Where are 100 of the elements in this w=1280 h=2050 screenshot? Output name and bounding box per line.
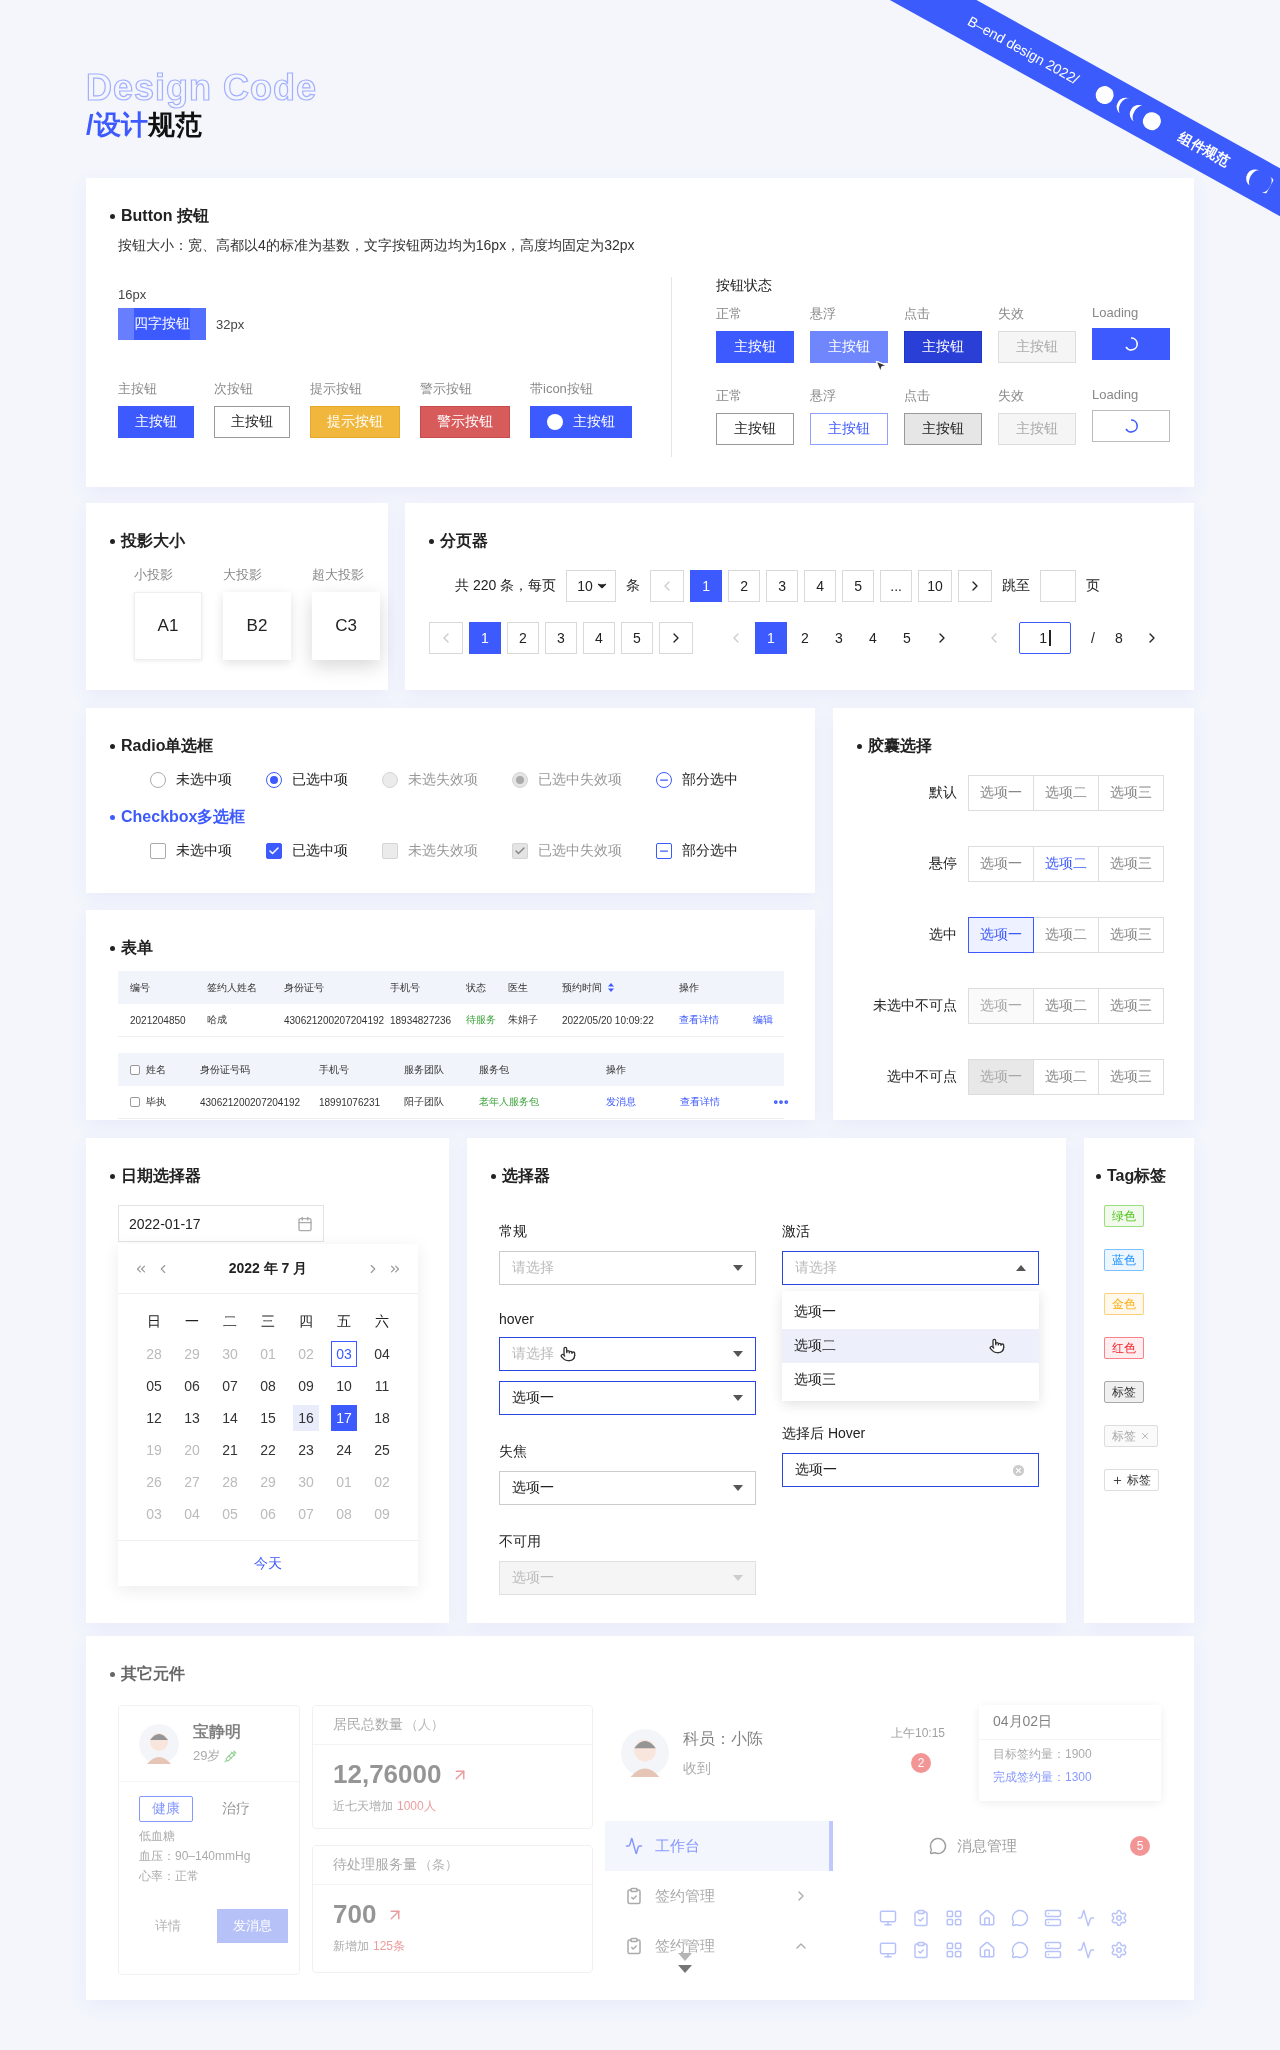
calendar-day[interactable]: 25 — [369, 1437, 395, 1463]
page-item[interactable]: ... — [880, 570, 913, 602]
capsule-row-label: 未选中不可点 — [873, 997, 957, 1015]
date-field[interactable]: 2022-01-17 — [118, 1205, 324, 1242]
column-header: 手机号 — [319, 1062, 350, 1077]
calendar-day[interactable]: 21 — [217, 1437, 243, 1463]
sender-name: 科员：小陈 — [683, 1728, 763, 1749]
capsule-option[interactable]: 选项三 — [1098, 846, 1164, 882]
state-button[interactable]: 主按钮 — [810, 413, 888, 445]
weekday-label: 日 — [147, 1313, 161, 1331]
page-item[interactable]: 1 — [755, 622, 787, 654]
capsule-option[interactable]: 选项一 — [968, 775, 1034, 811]
calendar-day[interactable]: 22 — [255, 1437, 281, 1463]
tag[interactable]: 标签 — [1104, 1469, 1159, 1491]
capsule-option[interactable]: 选项一 — [968, 846, 1034, 882]
tag: 金色 — [1104, 1293, 1144, 1315]
calendar-day[interactable]: 17 — [331, 1405, 357, 1431]
capsule-option[interactable]: 选项三 — [1098, 988, 1164, 1024]
capsule-option[interactable]: 选项二 — [1033, 846, 1099, 882]
capsule-option[interactable]: 选项三 — [1098, 917, 1164, 953]
column-header: 服务团队 — [404, 1062, 445, 1077]
page-item[interactable]: 10 — [918, 570, 952, 602]
today-link[interactable]: 今天 — [254, 1554, 282, 1573]
page-item[interactable]: 5 — [842, 570, 875, 602]
patient-tab[interactable]: 治疗 — [209, 1796, 263, 1822]
capsule-row-label: 选中 — [929, 926, 957, 944]
capsule-option[interactable]: 选项三 — [1098, 775, 1164, 811]
calendar-day[interactable]: 03 — [331, 1341, 357, 1367]
calendar-day[interactable]: 07 — [217, 1373, 243, 1399]
calendar-day[interactable]: 10 — [331, 1373, 357, 1399]
state-button[interactable]: 主按钮 — [904, 413, 982, 445]
page-size-select[interactable]: 10 — [566, 570, 617, 602]
table-link[interactable]: 编辑 — [753, 1013, 773, 1027]
capsule-option[interactable]: 选项二 — [1033, 988, 1099, 1024]
state-button[interactable]: 主按钮 — [810, 331, 888, 363]
calendar-day[interactable]: 06 — [179, 1373, 205, 1399]
demo-button[interactable]: 四字按钮 — [118, 308, 206, 340]
select-field[interactable]: 选项一 — [499, 1381, 756, 1415]
capsule-option[interactable]: 选项二 — [1033, 917, 1099, 953]
page-item[interactable]: 3 — [545, 622, 577, 654]
page-item[interactable]: 1 — [690, 570, 723, 602]
calendar-day[interactable]: 24 — [331, 1437, 357, 1463]
health-info-text: 心率：正常 — [139, 1868, 200, 1885]
page-input-field[interactable]: 1 — [1019, 622, 1071, 654]
page-item[interactable]: 4 — [804, 570, 837, 602]
table-link[interactable]: 查看详情 — [679, 1013, 719, 1027]
option-label: 部分选中 — [682, 842, 738, 860]
calendar-day[interactable]: 16 — [293, 1405, 319, 1431]
stat-title: 待处理服务量 — [333, 1856, 417, 1874]
page-item[interactable]: 3 — [766, 570, 799, 602]
state-button[interactable]: 主按钮 — [716, 413, 794, 445]
subsection-title: 按钮状态 — [716, 277, 773, 295]
page-item[interactable]: 5 — [621, 622, 653, 654]
select-field[interactable]: 选项一 — [782, 1453, 1039, 1487]
capsule-option[interactable]: 选项二 — [1033, 1059, 1099, 1095]
pager-total-text: 共 220 条，每页 — [455, 577, 557, 595]
page-item[interactable]: 1 — [469, 622, 501, 654]
column-header: 编号 — [130, 980, 151, 995]
capsule-option[interactable]: 选项一 — [968, 917, 1034, 953]
capsule-row-label: 默认 — [929, 784, 957, 802]
calendar-day[interactable]: 12 — [141, 1405, 167, 1431]
calendar-day[interactable]: 09 — [293, 1373, 319, 1399]
table-link[interactable]: 查看详情 — [680, 1095, 720, 1109]
calendar-day[interactable]: 08 — [255, 1373, 281, 1399]
menu-item[interactable]: 消息管理 5 — [849, 1821, 1170, 1871]
state-button[interactable]: 主按钮 — [716, 331, 794, 363]
calendar-day[interactable]: 14 — [217, 1405, 243, 1431]
calendar-day[interactable]: 18 — [369, 1405, 395, 1431]
column-header: 医生 — [508, 980, 529, 995]
calendar-day[interactable]: 13 — [179, 1405, 205, 1431]
dropdown-option[interactable]: 选项一 — [782, 1295, 1039, 1329]
page-item[interactable]: 2 — [507, 622, 539, 654]
sample-button[interactable]: 警示按钮 — [420, 406, 510, 438]
patient-tab[interactable]: 健康 — [139, 1796, 193, 1822]
state-button[interactable]: 主按钮 — [904, 331, 982, 363]
calendar-day[interactable]: 11 — [369, 1373, 395, 1399]
dropdown-option[interactable]: 选项二 — [782, 1329, 1039, 1363]
page-item[interactable]: 2 — [728, 570, 761, 602]
shadow-label: 小投影 — [134, 566, 173, 584]
calendar-day[interactable]: 23 — [293, 1437, 319, 1463]
select-field[interactable]: 选项一 — [499, 1471, 756, 1505]
sample-button[interactable]: 主按钮 — [118, 406, 194, 438]
stat-highlight: 125条 — [373, 1938, 406, 1955]
sample-button[interactable]: 主按钮 — [530, 406, 632, 438]
page-item[interactable]: 4 — [583, 622, 615, 654]
table-link[interactable]: 发消息 — [606, 1095, 636, 1109]
calendar-day[interactable]: 05 — [141, 1373, 167, 1399]
state-label: 悬浮 — [810, 387, 836, 405]
shadow-label: 超大投影 — [312, 566, 364, 584]
stat-value: 12,76000 — [333, 1759, 442, 1790]
sample-button[interactable]: 主按钮 — [214, 406, 290, 438]
capsule-option[interactable]: 选项二 — [1033, 775, 1099, 811]
capsule-option[interactable]: 选项三 — [1098, 1059, 1164, 1095]
title-text: 规范 — [147, 109, 202, 142]
jump-label: 跳至 — [1001, 577, 1030, 595]
tag: 标签 — [1104, 1381, 1144, 1403]
calendar-day[interactable]: 15 — [255, 1405, 281, 1431]
calendar-day[interactable]: 04 — [369, 1341, 395, 1367]
date-title: 04月02日 — [979, 1705, 1161, 1740]
dropdown-option[interactable]: 选项三 — [782, 1363, 1039, 1397]
